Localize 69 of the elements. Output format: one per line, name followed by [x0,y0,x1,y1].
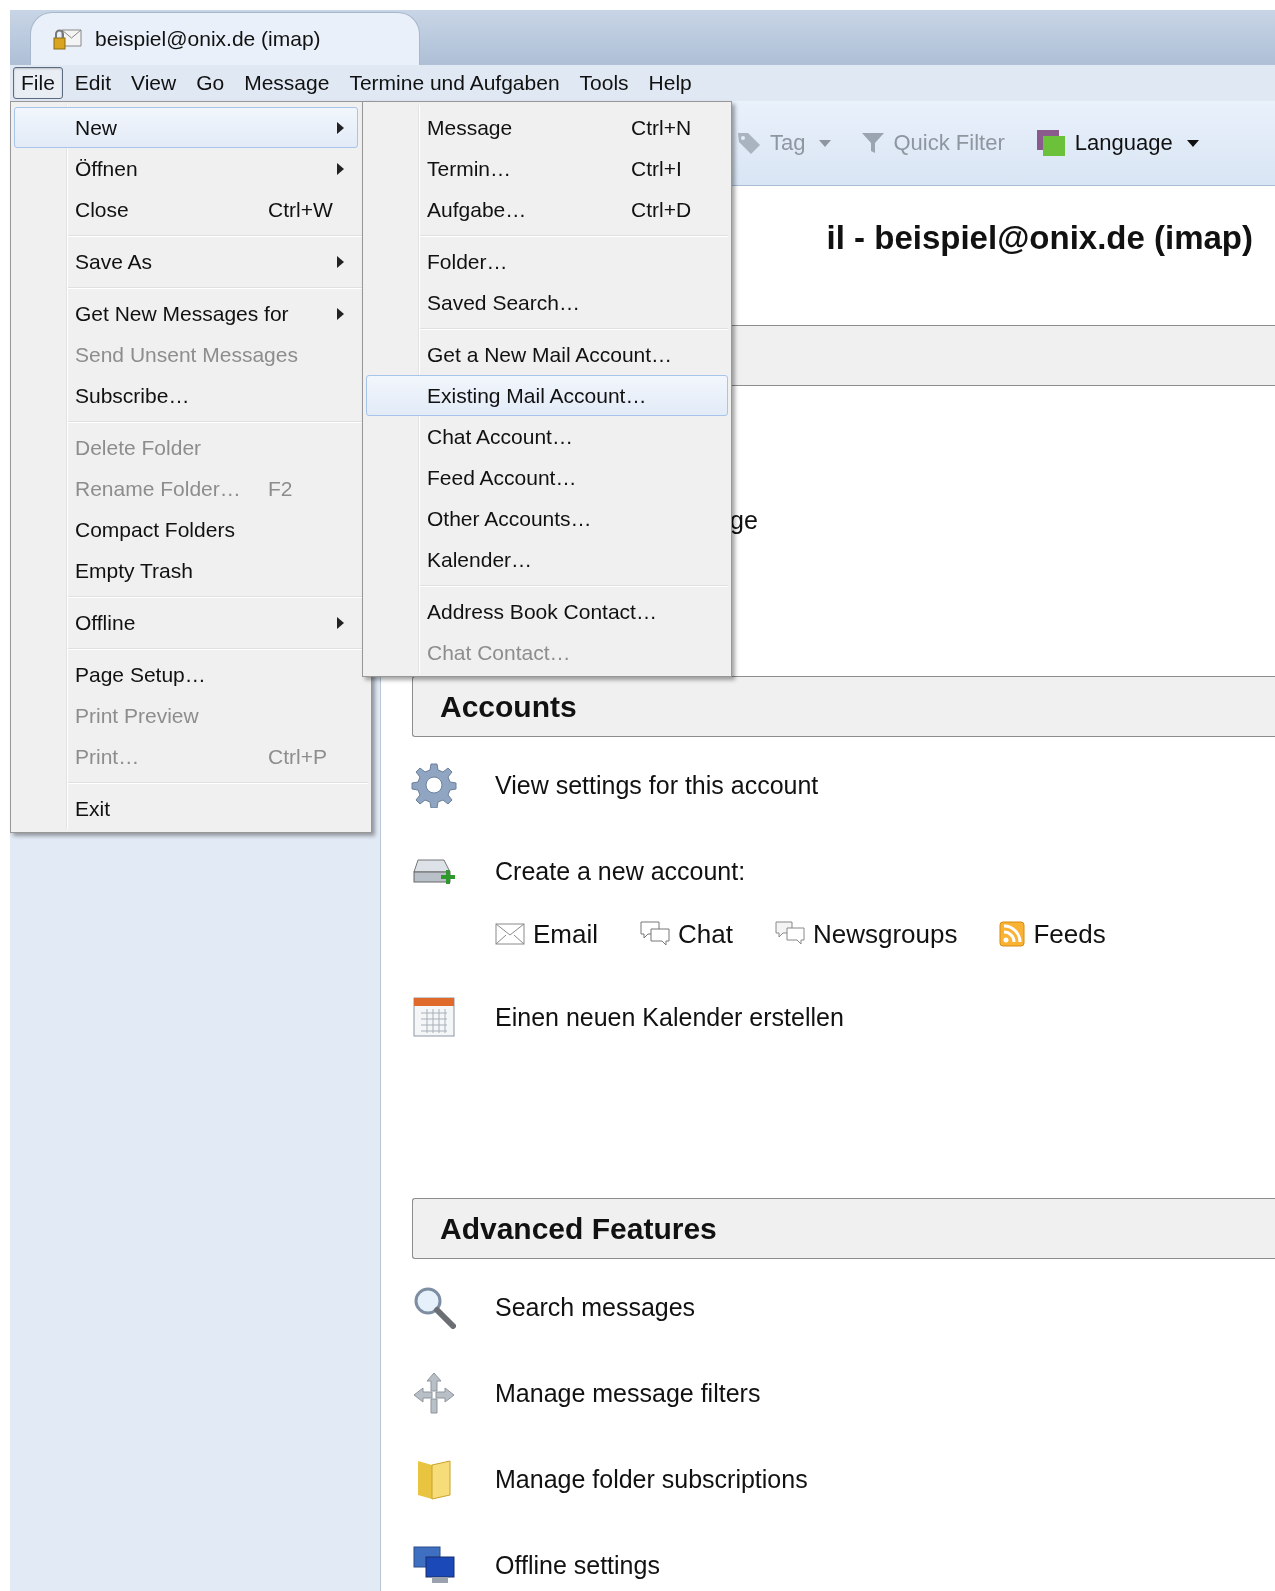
menu-item[interactable]: Address Book Contact… [366,591,728,632]
menu-item[interactable]: New [14,107,358,148]
submenu-arrow-icon [337,307,344,320]
row-label: Create a new account: [495,856,746,886]
menu-item[interactable]: Chat Account… [366,416,728,457]
menu-title[interactable]: View [123,67,185,99]
menu-item[interactable]: Compact Folders [14,509,358,550]
arrows-icon [412,1371,456,1415]
gear-icon [411,762,457,808]
dropdown-caret-icon [1186,139,1199,147]
submenu-arrow-icon [337,255,344,268]
action-link[interactable]: Manage folder subscriptions [495,1464,808,1494]
menu-item[interactable]: Get New Messages for [14,293,358,334]
menu-item[interactable]: Offline [14,602,358,643]
section-title: Accounts [440,689,577,724]
action-link[interactable]: Offline settings [495,1550,660,1580]
dropdown-caret-icon [819,139,832,147]
account-type-link[interactable]: Feeds [999,918,1106,950]
menu-item[interactable]: Feed Account… [366,457,728,498]
action-link[interactable]: Einen neuen Kalender erstellen [495,1002,844,1032]
menu-item[interactable]: Öffnen [14,148,358,189]
menu-title[interactable]: Termine und Aufgaben [341,67,568,99]
partial-text: ge [730,505,759,536]
language-button[interactable]: Language [1032,125,1201,161]
menu-item[interactable]: Aufgabe… Ctrl+D [366,189,728,230]
calendar-icon [413,997,455,1037]
speech-bubbles-icon [640,921,670,947]
submenu-arrow-icon [337,121,344,134]
menu-item[interactable]: Existing Mail Account… [366,375,728,416]
menu-item[interactable]: Kalender… [366,539,728,580]
menu-item[interactable]: Termin… Ctrl+I [366,148,728,189]
feed-icon [999,921,1026,947]
account-type-link[interactable]: Email [495,918,598,950]
locked-mail-icon [53,27,83,51]
speech-bubbles-icon [774,921,805,947]
tag-icon [736,130,762,156]
section-title: Advanced Features [440,1211,717,1246]
menu-item[interactable]: Folder… [366,241,728,282]
menu-item[interactable]: Empty Trash [14,550,358,591]
menu-title[interactable]: Help [640,67,700,99]
menu-item[interactable]: Save As [14,241,358,282]
funnel-icon [861,131,886,155]
envelope-icon [495,923,525,945]
action-link[interactable]: Search messages [495,1292,696,1322]
folder-icon [416,1457,452,1501]
submenu-arrow-icon [337,616,344,629]
menu-title[interactable]: Message [236,67,338,99]
menu-title[interactable]: Go [188,67,233,99]
page-heading: il - beispiel@onix.de (imap) [826,218,1253,258]
book-icon [1034,129,1067,157]
account-type-link[interactable]: Newsgroups [774,918,958,950]
menu-item[interactable]: Get a New Mail Account… [366,334,728,375]
account-type-link[interactable]: Chat [640,918,733,950]
mail-tab[interactable]: beispiel@onix.de (imap) [30,12,420,65]
menu-title[interactable]: Tools [571,67,637,99]
menu-item[interactable]: Other Accounts… [366,498,728,539]
menu-item[interactable]: Exit [14,788,358,829]
menu-item[interactable]: Message Ctrl+N [366,107,728,148]
menu-title[interactable]: File [13,67,63,99]
menu-title[interactable]: Edit [66,67,120,99]
menu-item[interactable]: Saved Search… [366,282,728,323]
action-link[interactable]: Manage message filters [495,1378,761,1408]
action-link[interactable]: View settings for this account [495,770,819,800]
magnifier-icon [412,1285,456,1329]
menu-item[interactable]: Page Setup… [14,654,358,695]
computers-icon [412,1545,456,1585]
menu-item[interactable]: Close Ctrl+W [14,189,358,230]
submenu-arrow-icon [337,162,344,175]
menu-item[interactable]: Subscribe… [14,375,358,416]
